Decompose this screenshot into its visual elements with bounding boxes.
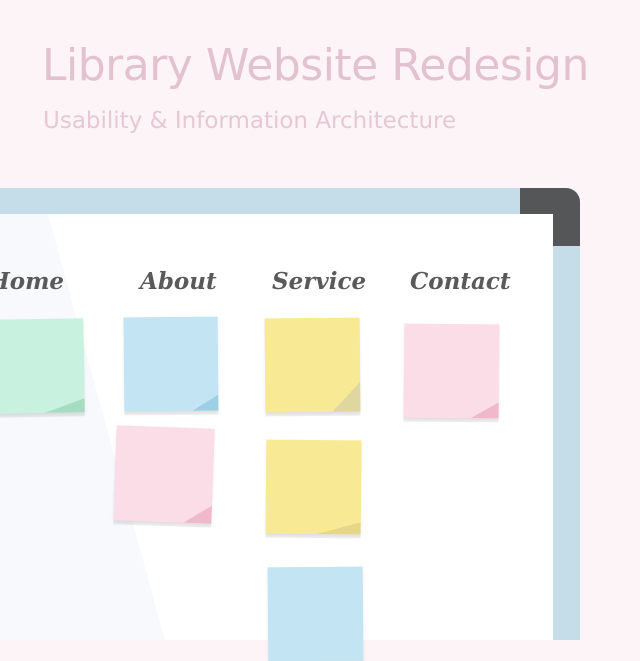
- sticky-note-home-1[interactable]: [0, 318, 85, 414]
- sticky-note-service-2[interactable]: [265, 439, 362, 535]
- sticky-note-service-1[interactable]: [264, 317, 361, 413]
- page-subtitle: Usability & Information Architecture: [43, 108, 457, 134]
- page-title: Library Website Redesign: [42, 40, 589, 91]
- sticky-note-about-1[interactable]: [123, 316, 219, 412]
- sticky-note-service-3[interactable]: [267, 566, 364, 661]
- note-curl: [332, 381, 361, 412]
- sticky-note-contact-1[interactable]: [403, 323, 500, 419]
- note-curl: [192, 394, 219, 411]
- note-curl: [316, 522, 361, 535]
- note-curl: [44, 398, 85, 413]
- column-label-about: About: [140, 268, 217, 295]
- column-label-home: Home: [0, 268, 65, 295]
- column-label-contact: Contact: [410, 268, 511, 295]
- note-curl: [183, 505, 212, 524]
- note-curl: [470, 402, 499, 419]
- sticky-note-about-2[interactable]: [113, 425, 215, 524]
- column-label-service: Service: [272, 268, 367, 295]
